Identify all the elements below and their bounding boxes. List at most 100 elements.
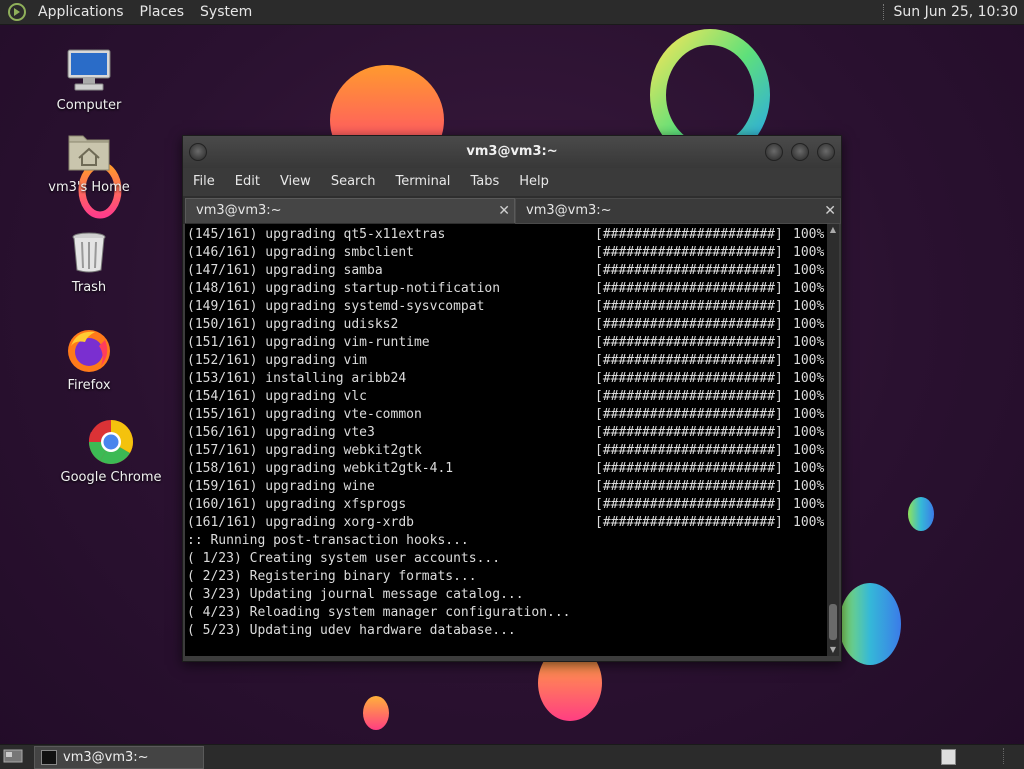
progress-percent: 100%	[793, 443, 825, 458]
progress-percent: 100%	[793, 353, 825, 368]
tab-label: vm3@vm3:~	[196, 203, 282, 218]
progress-bar-text: [######################]	[595, 389, 783, 404]
scrollbar[interactable]: ▲ ▼	[827, 224, 839, 656]
scroll-down-icon[interactable]: ▼	[827, 644, 839, 656]
scroll-up-icon[interactable]: ▲	[827, 224, 839, 236]
places-menu[interactable]: Places	[132, 0, 193, 24]
desktop-icon-label: Computer	[56, 98, 122, 113]
desktop-icon-label: Trash	[71, 280, 107, 295]
terminal-line-text: (161/161) upgrading xorg-xrdb	[187, 515, 414, 530]
terminal-line: ( 3/23) Updating journal message catalog…	[187, 587, 524, 602]
progress-bar-text: [######################]	[595, 299, 783, 314]
desktop-icon-firefox[interactable]: Firefox	[34, 326, 144, 393]
progress-bar-text: [######################]	[595, 353, 783, 368]
menu-help[interactable]: Help	[509, 168, 559, 196]
menu-view[interactable]: View	[270, 168, 321, 196]
terminal-line: ( 5/23) Updating udev hardware database.…	[187, 623, 516, 638]
maximize-icon[interactable]	[791, 143, 809, 161]
terminal-line-text: (155/161) upgrading vte-common	[187, 407, 422, 422]
progress-bar-text: [######################]	[595, 317, 783, 332]
firefox-icon	[65, 326, 113, 374]
terminal-line-text: (145/161) upgrading qt5-x11extras	[187, 227, 446, 242]
progress-percent: 100%	[793, 497, 825, 512]
progress-percent: 100%	[793, 335, 825, 350]
taskbar-item-terminal[interactable]: vm3@vm3:~	[34, 746, 204, 769]
tab-label: vm3@vm3:~	[526, 203, 612, 218]
tab-close-icon[interactable]: ✕	[824, 199, 836, 223]
progress-percent: 100%	[793, 461, 825, 476]
desktop-icon-chrome[interactable]: Google Chrome	[56, 418, 166, 485]
menubar: File Edit View Search Terminal Tabs Help	[183, 168, 841, 196]
progress-bar-text: [######################]	[595, 497, 783, 512]
progress-bar-text: [######################]	[595, 407, 783, 422]
distro-logo-icon[interactable]	[6, 1, 28, 23]
home-folder-icon	[65, 128, 113, 176]
terminal-line-text: (149/161) upgrading systemd-sysvcompat	[187, 299, 485, 314]
close-icon[interactable]	[817, 143, 835, 161]
terminal-line: ( 4/23) Reloading system manager configu…	[187, 605, 571, 620]
terminal-line: (149/161) upgrading systemd-sysvcompat [#…	[187, 298, 824, 316]
terminal-window[interactable]: vm3@vm3:~ File Edit View Search Terminal…	[182, 135, 842, 662]
progress-bar-text: [######################]	[595, 335, 783, 350]
chrome-icon	[87, 418, 135, 466]
progress-percent: 100%	[793, 299, 825, 314]
terminal-output[interactable]: (145/161) upgrading qt5-x11extras [######…	[185, 224, 827, 656]
progress-bar-text: [######################]	[595, 245, 783, 260]
terminal-line-text: (159/161) upgrading wine	[187, 479, 375, 494]
tab-1[interactable]: vm3@vm3:~ ✕	[185, 198, 515, 223]
terminal-line-text: (158/161) upgrading webkit2gtk-4.1	[187, 461, 454, 476]
progress-percent: 100%	[793, 389, 825, 404]
progress-bar-text: [######################]	[595, 371, 783, 386]
menu-edit[interactable]: Edit	[225, 168, 270, 196]
show-desktop-icon[interactable]	[3, 748, 23, 764]
progress-percent: 100%	[793, 245, 825, 260]
progress-percent: 100%	[793, 263, 825, 278]
window-titlebar[interactable]: vm3@vm3:~	[183, 136, 841, 168]
progress-bar-text: [######################]	[595, 515, 783, 530]
tab-2[interactable]: vm3@vm3:~ ✕	[515, 198, 841, 224]
progress-bar-text: [######################]	[595, 461, 783, 476]
terminal-line: (161/161) upgrading xorg-xrdb [##########…	[187, 514, 824, 532]
terminal-line-text: (150/161) upgrading udisks2	[187, 317, 399, 332]
terminal-icon	[41, 750, 57, 765]
terminal-line-text: (146/161) upgrading smbclient	[187, 245, 414, 260]
panel-separator	[882, 4, 886, 20]
terminal-line: (152/161) upgrading vim [################…	[187, 352, 824, 370]
terminal-line-text: (147/161) upgrading samba	[187, 263, 383, 278]
progress-percent: 100%	[793, 479, 825, 494]
system-menu[interactable]: System	[192, 0, 260, 24]
trash-icon	[65, 228, 113, 276]
progress-bar-text: [######################]	[595, 443, 783, 458]
terminal-line: (151/161) upgrading vim-runtime [########…	[187, 334, 824, 352]
scrollbar-thumb[interactable]	[829, 604, 837, 640]
terminal-line: (156/161) upgrading vte3 [###############…	[187, 424, 824, 442]
desktop-icon-label: vm3's Home	[48, 180, 130, 195]
top-panel: Applications Places System Sun Jun 25, 1…	[0, 0, 1024, 25]
applications-menu[interactable]: Applications	[30, 0, 132, 24]
clock[interactable]: Sun Jun 25, 10:30	[888, 0, 1024, 24]
progress-percent: 100%	[793, 227, 825, 242]
menu-terminal[interactable]: Terminal	[385, 168, 460, 196]
terminal-line-text: (152/161) upgrading vim	[187, 353, 368, 368]
progress-percent: 100%	[793, 281, 825, 296]
desktop-icon-trash[interactable]: Trash	[34, 228, 144, 295]
tab-bar: vm3@vm3:~ ✕ vm3@vm3:~ ✕	[183, 196, 841, 224]
terminal-line: (150/161) upgrading udisks2 [############…	[187, 316, 824, 334]
terminal-line-text: (148/161) upgrading startup-notification	[187, 281, 501, 296]
desktop-icon-home[interactable]: vm3's Home	[34, 128, 144, 195]
desktop-icon-label: Google Chrome	[60, 470, 162, 485]
window-title: vm3@vm3:~	[466, 144, 558, 159]
tab-close-icon[interactable]: ✕	[498, 199, 510, 223]
menu-file[interactable]: File	[183, 168, 225, 196]
progress-bar-text: [######################]	[595, 425, 783, 440]
menu-search[interactable]: Search	[321, 168, 386, 196]
menu-tabs[interactable]: Tabs	[460, 168, 509, 196]
terminal-line: (145/161) upgrading qt5-x11extras [######…	[187, 226, 824, 244]
minimize-icon[interactable]	[765, 143, 783, 161]
bottom-panel: vm3@vm3:~	[0, 744, 1024, 769]
workspace-switcher[interactable]	[941, 749, 956, 765]
computer-icon	[65, 46, 113, 94]
terminal-line-text: (156/161) upgrading vte3	[187, 425, 375, 440]
progress-percent: 100%	[793, 407, 825, 422]
desktop-icon-computer[interactable]: Computer	[34, 46, 144, 113]
